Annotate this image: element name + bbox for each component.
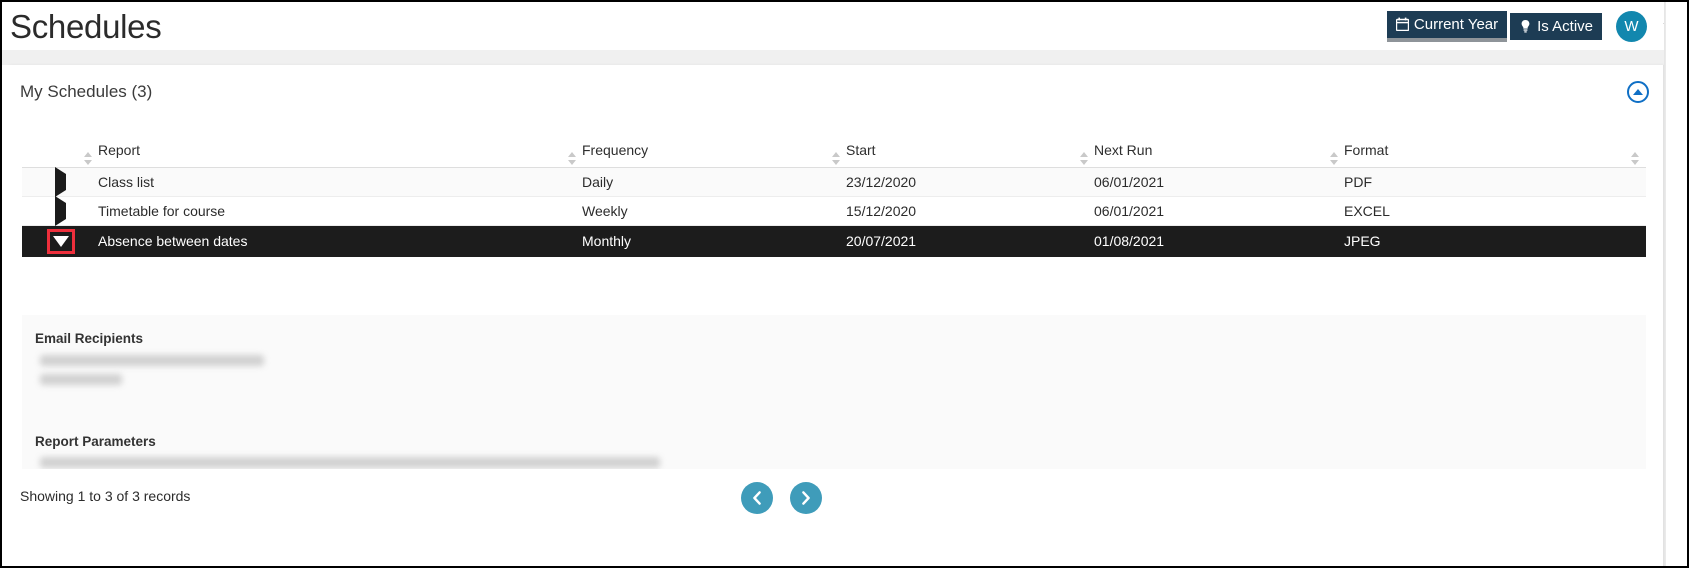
- table-body: Class list Daily 23/12/2020 06/01/2021 P…: [22, 167, 1646, 257]
- report-parameters-label: Report Parameters: [35, 434, 156, 449]
- top-bar-right-controls: Current Year Is Active W: [1386, 2, 1683, 50]
- cell-report: Absence between dates: [98, 225, 582, 257]
- is-active-badge[interactable]: Is Active: [1510, 12, 1602, 40]
- cell-frequency: Monthly: [582, 225, 846, 257]
- collapse-arrow-down-icon-highlight[interactable]: [47, 228, 75, 254]
- schedules-table: Report Frequency Start Next Run Format C…: [22, 142, 1646, 257]
- calendar-icon: [1395, 17, 1410, 32]
- current-year-badge[interactable]: Current Year: [1386, 10, 1508, 42]
- collapse-arrow-down-icon: [53, 235, 69, 247]
- cell-frequency: Daily: [582, 167, 846, 197]
- current-year-badge-label: Current Year: [1413, 15, 1499, 33]
- cell-format: JPEG: [1344, 225, 1646, 257]
- column-header-format[interactable]: Format: [1330, 142, 1646, 168]
- expand-arrow-right-icon[interactable]: [55, 167, 66, 197]
- table-header-row: Report Frequency Start Next Run Format: [22, 142, 1646, 168]
- sort-icon-next-run[interactable]: [1080, 152, 1089, 165]
- cell-start: 23/12/2020: [846, 167, 1094, 197]
- card-header: My Schedules (3): [4, 65, 1663, 118]
- header-divider-strip: [2, 50, 1687, 65]
- table-row[interactable]: Class list Daily 23/12/2020 06/01/2021 P…: [22, 167, 1646, 197]
- sort-icon-report[interactable]: [84, 152, 93, 165]
- cell-report: Timetable for course: [98, 196, 582, 226]
- column-header-report-label: Report: [98, 142, 141, 158]
- table-footer: Showing 1 to 3 of 3 records: [4, 469, 1664, 566]
- lightbulb-icon: [1519, 19, 1532, 33]
- cell-next-run: 01/08/2021: [1094, 225, 1344, 257]
- record-summary: Showing 1 to 3 of 3 records: [20, 488, 191, 504]
- next-page-button[interactable]: [790, 482, 822, 514]
- chevron-up-circle-icon[interactable]: [1627, 81, 1649, 103]
- expand-arrow-right-icon[interactable]: [55, 196, 66, 226]
- sort-icon-start[interactable]: [832, 152, 841, 165]
- column-header-frequency-label: Frequency: [582, 142, 649, 158]
- sort-icon-frequency[interactable]: [568, 152, 577, 165]
- page-title: Schedules: [10, 7, 162, 45]
- chevron-right-icon: [802, 491, 810, 505]
- column-header-next-run[interactable]: Next Run: [1080, 142, 1344, 168]
- column-header-frequency[interactable]: Frequency: [568, 142, 846, 168]
- column-header-start-label: Start: [846, 142, 876, 158]
- previous-page-button[interactable]: [741, 482, 773, 514]
- table-row-selected[interactable]: Absence between dates Monthly 20/07/2021…: [22, 225, 1646, 257]
- row-expand-cell[interactable]: [22, 167, 98, 197]
- cell-next-run: 06/01/2021: [1094, 196, 1344, 226]
- email-recipient-value-redacted: [40, 374, 122, 385]
- cell-start: 20/07/2021: [846, 225, 1094, 257]
- row-collapse-cell[interactable]: [22, 225, 98, 257]
- top-bar: Schedules Current Year Is Active W: [2, 2, 1687, 50]
- column-header-next-run-label: Next Run: [1094, 142, 1153, 158]
- cell-next-run: 06/01/2021: [1094, 167, 1344, 197]
- card-title: My Schedules (3): [20, 81, 153, 101]
- app-root: Schedules Current Year Is Active W My Sc…: [0, 0, 1689, 568]
- chevron-up-glyph: [1633, 88, 1643, 95]
- cell-start: 15/12/2020: [846, 196, 1094, 226]
- avatar-initial: W: [1624, 17, 1639, 35]
- chevron-left-icon: [753, 491, 761, 505]
- column-header-format-label: Format: [1344, 142, 1389, 158]
- schedules-table-wrapper: Report Frequency Start Next Run Format C…: [22, 142, 1646, 257]
- email-recipients-label: Email Recipients: [35, 331, 144, 346]
- is-active-badge-label: Is Active: [1537, 17, 1593, 35]
- email-recipient-value-redacted: [40, 355, 264, 366]
- vertical-scrollbar-track[interactable]: [1665, 2, 1687, 566]
- cell-frequency: Weekly: [582, 196, 846, 226]
- table-head: Report Frequency Start Next Run Format: [22, 142, 1646, 168]
- cell-report: Class list: [98, 167, 582, 197]
- pagination: [741, 482, 822, 514]
- avatar[interactable]: W: [1616, 10, 1647, 42]
- report-parameters-value-redacted: [40, 457, 660, 468]
- cell-format: EXCEL: [1344, 196, 1646, 226]
- sort-icon-format-right[interactable]: [1631, 152, 1640, 165]
- row-expand-cell[interactable]: [22, 196, 98, 226]
- sort-icon-format[interactable]: [1330, 152, 1339, 165]
- column-header-report[interactable]: Report: [84, 142, 582, 168]
- cell-format: PDF: [1344, 167, 1646, 197]
- schedules-card: My Schedules (3) Report Frequency Start …: [4, 65, 1664, 531]
- table-row[interactable]: Timetable for course Weekly 15/12/2020 0…: [22, 196, 1646, 226]
- column-header-start[interactable]: Start: [832, 142, 1094, 168]
